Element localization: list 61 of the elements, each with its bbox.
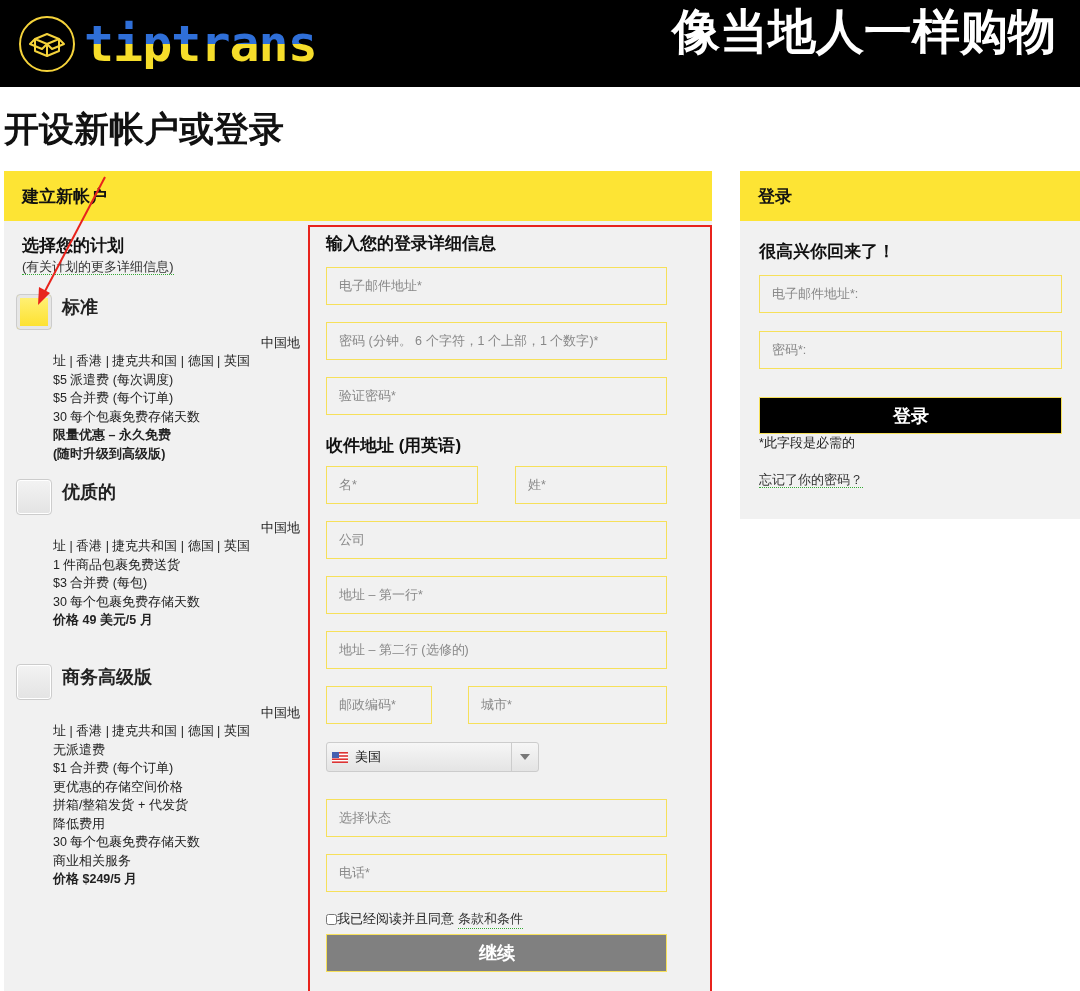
plan-feature: 拼箱/整箱发货 + 代发货	[52, 797, 189, 814]
caret-icon	[520, 754, 530, 760]
plan-feature: 更优惠的存储空间价格	[52, 778, 184, 796]
plan-name: 优质的	[62, 481, 116, 504]
logo-wordmark[interactable]: tiptrans	[84, 18, 317, 69]
terms-link[interactable]: 条款和条件	[458, 909, 523, 929]
flag-icon	[332, 751, 348, 763]
input-field[interactable]: 电子邮件地址*:	[759, 275, 1062, 313]
plan-checkbox[interactable]	[16, 294, 52, 330]
forgot-password-link[interactable]: 忘记了你的密码？	[759, 472, 863, 488]
input-field[interactable]: 选择状态	[326, 799, 667, 837]
plan-feature: 商业相关服务	[52, 852, 132, 870]
plan-feature: 价格 49 美元/5 月	[51, 611, 154, 629]
required-note: *此字段是必需的	[759, 435, 856, 452]
panel-header: 登录	[740, 171, 1080, 221]
plan-feature: 址 | 香港 | 捷克共和国 | 德国 | 英国	[52, 723, 251, 740]
plan-checkbox[interactable]	[16, 664, 52, 700]
input-field[interactable]: 姓*	[515, 466, 667, 504]
plan-feature: 价格 $249/5 月	[51, 871, 139, 888]
continue-button[interactable]: 继续	[326, 934, 667, 972]
plan-name: 标准	[62, 296, 98, 319]
input-field[interactable]: 邮政编码*	[326, 686, 432, 724]
page-title: 开设新帐户或登录	[3, 108, 285, 150]
country-dropdown[interactable]: 美国	[326, 742, 539, 772]
input-field[interactable]: 地址 – 第一行*	[326, 576, 667, 614]
input-field[interactable]: 电子邮件地址*	[326, 267, 667, 305]
plan-feature: $3 合并费 (每包)	[52, 575, 149, 592]
input-field[interactable]: 密码*:	[759, 331, 1062, 369]
login-button[interactable]: 登录	[759, 397, 1062, 434]
input-field[interactable]: 城市*	[468, 686, 667, 724]
plan-feature: $1 合并费 (每个订单)	[52, 760, 175, 777]
plan-feature: 降低费用	[52, 815, 106, 833]
plan-feature: 址 | 香港 | 捷克共和国 | 德国 | 英国	[52, 353, 251, 370]
plan-feature: 无派遣费	[52, 741, 106, 759]
plan-feature: 30 每个包裹免费存储天数	[52, 593, 202, 611]
plan-feature: 1 件商品包裹免费送货	[52, 556, 182, 574]
plan-feature: 中国地	[260, 335, 300, 352]
plan-feature: 址 | 香港 | 捷克共和国 | 德国 | 英国	[52, 538, 251, 555]
plan-feature: 中国地	[260, 520, 300, 537]
section-heading: 收件地址 (用英语)	[326, 435, 463, 457]
terms-label: 我已经阅读并且同意	[337, 910, 454, 928]
plan-feature: 限量优惠 – 永久免费	[52, 426, 172, 444]
input-field[interactable]: 密码 (分钟。 6 个字符，1 个上部，1 个数字)*	[326, 322, 667, 360]
checkbox[interactable]	[326, 913, 337, 925]
box-icon	[18, 14, 76, 73]
input-field[interactable]: 电话*	[326, 854, 667, 892]
plan-feature: (随时升级到高级版)	[52, 445, 167, 463]
plan-feature: 30 每个包裹免费存储天数	[52, 408, 202, 426]
input-field[interactable]: 验证密码*	[326, 377, 667, 415]
plan-feature: 中国地	[260, 705, 300, 722]
section-heading: 很高兴你回来了！	[759, 241, 896, 263]
plan-feature: $5 派遣费 (每次调度)	[52, 371, 175, 389]
input-field[interactable]: 名*	[326, 466, 478, 504]
slogan: 像当地人一样购物	[672, 3, 1056, 60]
plan-name: 商务高级版	[62, 666, 152, 689]
input-field[interactable]: 地址 – 第二行 (选修的)	[326, 631, 667, 669]
plan-feature: 30 每个包裹免费存储天数	[52, 834, 202, 851]
plan-checkbox[interactable]	[16, 479, 52, 515]
input-field[interactable]: 公司	[326, 521, 667, 559]
plan-feature: $5 合并费 (每个订单)	[52, 390, 175, 407]
section-heading: 输入您的登录详细信息	[326, 233, 497, 255]
